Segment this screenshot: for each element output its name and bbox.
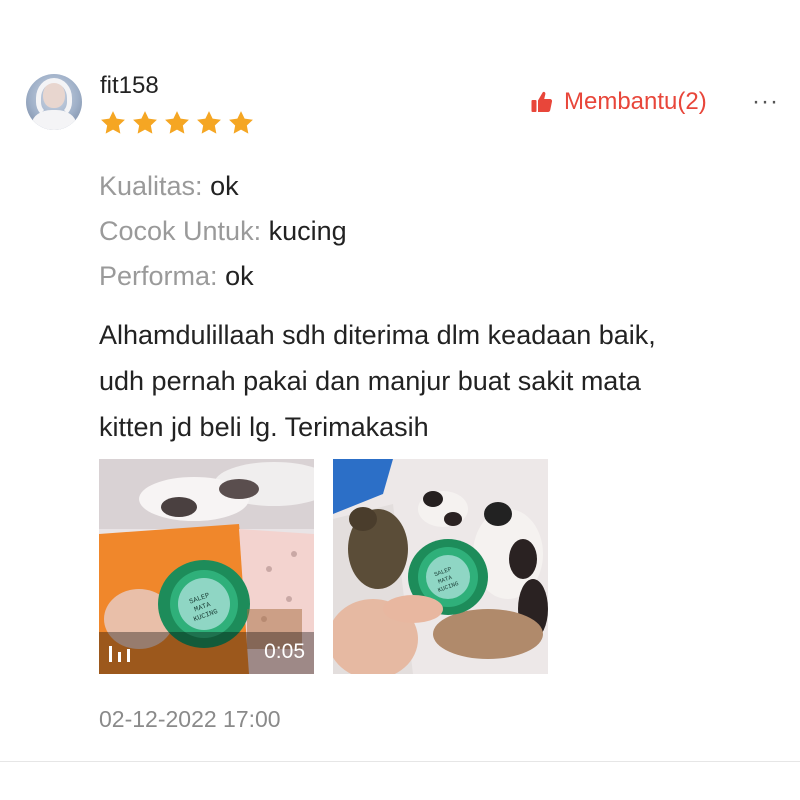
star-rating	[99, 109, 255, 137]
attribute-key: Cocok Untuk:	[99, 216, 262, 246]
star-icon	[197, 111, 221, 134]
star-icon	[101, 111, 125, 134]
avatar[interactable]	[26, 74, 82, 130]
avatar-hijab	[36, 78, 72, 118]
helpful-button[interactable]: Membantu(2)	[530, 88, 707, 116]
video-bars-icon	[109, 646, 130, 662]
attribute-value: ok	[210, 171, 239, 201]
comment-line: kitten jd beli lg. Terimakasih	[99, 412, 429, 442]
star-icon	[133, 111, 157, 134]
thumbs-up-icon	[531, 91, 553, 112]
attribute-row: Cocok Untuk: kucing	[99, 215, 347, 247]
more-options-icon[interactable]: ···	[752, 88, 779, 116]
username[interactable]: fit158	[100, 72, 159, 100]
review-date: 02-12-2022 17:00	[99, 706, 281, 732]
attribute-value: kucing	[268, 216, 347, 246]
attribute-key: Performa:	[99, 261, 218, 291]
star-icon	[165, 111, 189, 134]
attribute-row: Kualitas: ok	[99, 170, 239, 202]
review-card: fit158 Membantu(2) ··· Kualitas: ok Coco…	[0, 0, 800, 800]
star-icon	[229, 111, 253, 134]
photo-thumbnail-image: SALEP MATA KUCING	[333, 459, 548, 674]
attribute-value: ok	[225, 261, 254, 291]
video-duration: 0:05	[264, 640, 305, 663]
video-thumbnail[interactable]: SALEP MATA KUCING 0:05	[99, 459, 314, 674]
attribute-key: Kualitas:	[99, 171, 203, 201]
attribute-row: Performa: ok	[99, 260, 254, 292]
photo-thumbnail[interactable]: SALEP MATA KUCING	[333, 459, 548, 674]
review-comment: Alhamdulillaah sdh diterima dlm keadaan …	[99, 312, 779, 450]
comment-line: Alhamdulillaah sdh diterima dlm keadaan …	[99, 320, 656, 350]
comment-line: udh pernah pakai dan manjur buat sakit m…	[99, 366, 641, 396]
divider	[0, 761, 800, 762]
helpful-label: Membantu(2)	[564, 88, 707, 115]
